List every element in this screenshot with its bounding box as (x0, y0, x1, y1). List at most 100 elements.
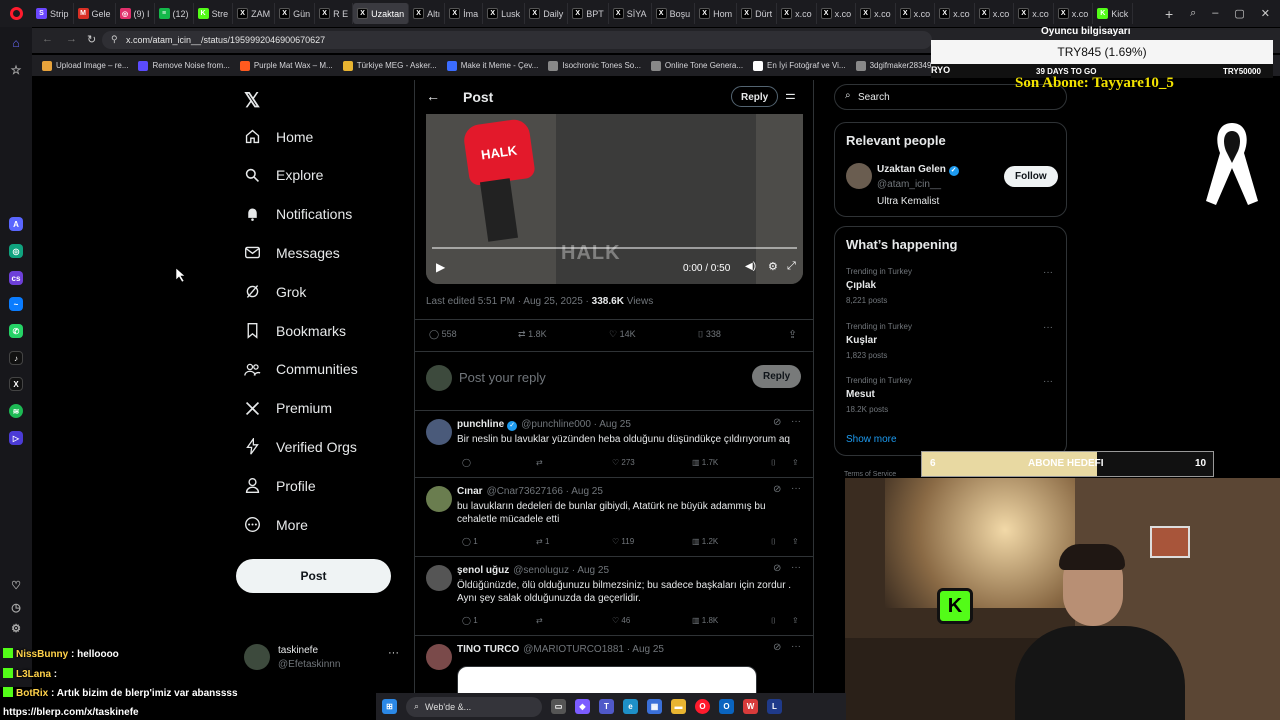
video-settings-icon[interactable]: ⚙ (768, 260, 778, 273)
browser-tab[interactable]: M Gele (74, 3, 116, 24)
browser-tab[interactable]: ◎ (9) I (116, 3, 155, 24)
browser-tab[interactable]: Xx.co (1014, 3, 1054, 24)
browser-tab[interactable]: X ZAM (233, 3, 276, 24)
views-action[interactable]: ▥ 1.8K (692, 616, 718, 625)
nav-item-notifications[interactable]: Notifications (244, 206, 352, 223)
bookmark-item[interactable]: Make it Meme - Çev... (446, 60, 538, 71)
messenger-icon[interactable]: ~ (9, 297, 23, 311)
reply-handle[interactable]: @punchline000 (521, 419, 591, 430)
nav-item-grok[interactable]: Grok (244, 283, 306, 300)
settings-icon[interactable]: ⚙ (9, 621, 23, 635)
play-icon[interactable]: ▶ (436, 260, 445, 274)
reply-author[interactable]: TINO TURCO (457, 644, 519, 655)
reply-handle[interactable]: @Cnar73627166 (487, 486, 563, 497)
nav-item-messages[interactable]: Messages (244, 244, 340, 261)
bookmark-item[interactable]: Remove Noise from... (138, 60, 230, 71)
person-avatar[interactable] (846, 163, 872, 189)
reply-action[interactable]: ◯ 1 (462, 537, 478, 546)
bookmark-action[interactable]: ⌷ (771, 616, 776, 626)
repost-action[interactable]: ⇄ 1 (536, 537, 549, 546)
more-dots-icon[interactable]: ··· (791, 562, 801, 573)
back-icon[interactable]: ← (42, 33, 53, 45)
browser-tab[interactable]: X SİYA (609, 3, 652, 24)
spotify-icon[interactable]: ≋ (9, 404, 23, 418)
more-dots-icon[interactable]: ··· (1043, 322, 1053, 333)
nav-item-home[interactable]: Home (244, 128, 313, 145)
browser-tab[interactable]: Xx.co (856, 3, 896, 24)
maximize-icon[interactable]: ▢ (1234, 7, 1244, 20)
trend-item[interactable]: Trending in Turkey Mesut 18.2K posts ··· (835, 374, 1066, 424)
browser-tab[interactable]: X Hom (695, 3, 738, 24)
post-button[interactable]: Post (236, 559, 391, 593)
close-window-icon[interactable]: ✕ (1261, 7, 1270, 20)
teams-icon[interactable]: T (599, 699, 614, 714)
opera-taskbar-icon[interactable]: O (695, 699, 710, 714)
browser-tab[interactable]: Xx.co (1054, 3, 1094, 24)
avatar[interactable] (426, 486, 452, 512)
browser-tab[interactable]: S Strip (32, 3, 74, 24)
bookmark-action[interactable]: ⌷ (771, 537, 776, 547)
explorer-icon[interactable]: ▬ (671, 699, 686, 714)
like-action[interactable]: ♡ 46 (612, 616, 630, 625)
avatar[interactable] (426, 565, 452, 591)
compose-reply-button[interactable]: Reply (752, 365, 802, 388)
bookmark-item[interactable]: Online Tone Genera... (650, 60, 743, 71)
windows-start-icon[interactable]: ⊞ (382, 699, 397, 714)
share-action[interactable]: ⇪ (792, 537, 799, 546)
copilot-icon[interactable]: ◆ (575, 699, 590, 714)
whatsapp-icon[interactable]: ✆ (9, 324, 23, 338)
share-action[interactable]: ⇪ (792, 616, 799, 625)
filter-icon[interactable]: ⚌ (785, 88, 796, 102)
reply-author[interactable]: punchline (457, 419, 504, 430)
more-dots-icon[interactable]: ··· (791, 641, 801, 652)
reply-action[interactable]: ◯ 558 (429, 329, 457, 340)
grok-icon[interactable]: ⊘ (773, 484, 781, 495)
reply-action[interactable]: ◯ (462, 458, 471, 467)
history-icon[interactable]: ◷ (9, 600, 23, 614)
site-info-icon[interactable]: ⚲ (111, 34, 118, 45)
star-icon[interactable]: ☆ (9, 63, 23, 77)
back-arrow-icon[interactable]: ← (426, 88, 440, 104)
outlook-icon[interactable]: O (719, 699, 734, 714)
reply-date[interactable]: Aug 25 (599, 419, 631, 430)
x-sidebar-icon[interactable]: X (9, 377, 23, 391)
video-progress-bar[interactable] (432, 247, 797, 249)
compose-input[interactable]: Post your reply (459, 370, 546, 385)
new-tab-icon[interactable]: + (1158, 6, 1180, 22)
nav-item-verified-orgs[interactable]: Verified Orgs (244, 438, 357, 455)
bookmark-item[interactable]: Isochronic Tones So... (548, 60, 641, 71)
browser-tab[interactable]: Xx.co (817, 3, 857, 24)
nav-item-communities[interactable]: Communities (244, 361, 358, 378)
browser-tab[interactable]: XR E (315, 3, 354, 24)
player-icon[interactable]: ▷ (9, 431, 23, 445)
nav-item-explore[interactable]: Explore (244, 167, 323, 184)
volume-icon[interactable]: ◀) (745, 261, 756, 272)
views-action[interactable]: ▥ 1.7K (692, 458, 718, 467)
reply-date[interactable]: Aug 25 (577, 565, 609, 576)
avatar[interactable] (426, 644, 452, 670)
url-field[interactable]: ⚲ x.com/atam_icin__/status/1959992046900… (102, 31, 932, 49)
browser-tab[interactable]: X Gün (275, 3, 316, 24)
bookmark-action[interactable]: ⌷ (771, 458, 776, 468)
reload-icon[interactable]: ↻ (87, 33, 96, 46)
chatgpt-icon[interactable]: ◎ (9, 244, 23, 258)
browser-tab[interactable]: X Altı (409, 3, 446, 24)
footer-link[interactable]: Terms of Service (844, 471, 896, 478)
taskbar-search[interactable]: ⌕ Web'de &... (406, 696, 542, 717)
share-action[interactable]: ⇪ (792, 458, 799, 467)
grok-icon[interactable]: ⊘ (773, 563, 781, 574)
reply-handle[interactable]: @senoluguz (513, 565, 569, 576)
nav-item-profile[interactable]: Profile (244, 477, 316, 494)
x-logo-icon[interactable]: 𝕏 (244, 88, 260, 113)
browser-tab[interactable]: ≡ (12) (155, 3, 194, 24)
reply-tweet[interactable]: punchline ✓ @punchline000 · Aug 25 ⊘ ··· Bir … (415, 410, 813, 477)
task-view-icon[interactable]: ▭ (551, 699, 566, 714)
grok-icon[interactable]: ⊘ (773, 417, 781, 428)
more-dots-icon[interactable]: ··· (1043, 376, 1053, 387)
bookmark-item[interactable]: Purple Mat Wax – M... (239, 60, 333, 71)
repost-action[interactable]: ⇄ (536, 616, 543, 625)
more-dots-icon[interactable]: ··· (791, 483, 801, 494)
bookmark-item[interactable]: Upload Image – re... (42, 60, 128, 71)
like-action[interactable]: ♡ 14K (609, 329, 636, 340)
browser-tab[interactable]: X Lusk (483, 3, 526, 24)
